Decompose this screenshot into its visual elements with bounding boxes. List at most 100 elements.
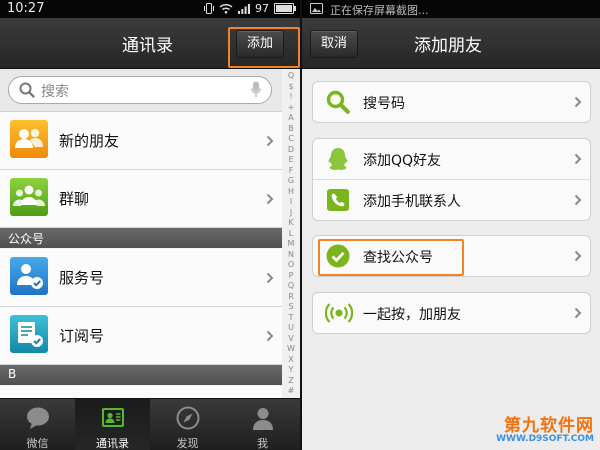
section-header-public-accounts: 公众号 xyxy=(0,228,282,248)
option-search-number[interactable]: 搜号码 xyxy=(313,82,590,122)
search-input[interactable]: 搜索 xyxy=(8,76,272,104)
index-letter[interactable]: A xyxy=(282,113,300,122)
index-letter[interactable]: R xyxy=(282,292,300,301)
index-letter[interactable]: X xyxy=(282,355,300,364)
chevron-right-icon xyxy=(266,272,274,283)
alphabet-index[interactable]: Q $! + A B C D E F G H I J K L M N O P Q R S T U V W X Y Z # xyxy=(282,69,300,399)
index-letter[interactable]: $ xyxy=(282,82,300,91)
signal-icon xyxy=(238,4,250,14)
contact-row-label: 服务号 xyxy=(59,269,105,287)
index-letter[interactable]: H xyxy=(282,187,300,196)
watermark-url: WWW.D9SOFT.COM xyxy=(496,434,594,444)
index-letter[interactable]: N xyxy=(282,250,300,259)
index-letter[interactable]: L xyxy=(282,229,300,238)
cancel-button[interactable]: 取消 xyxy=(310,30,359,58)
index-letter[interactable]: C xyxy=(282,134,300,143)
contact-row-new-friends[interactable]: 新的朋友 xyxy=(0,112,282,170)
page-title: 通讯录 xyxy=(122,36,173,56)
index-letter[interactable]: K xyxy=(282,218,300,227)
section-header-label: B xyxy=(8,367,17,381)
index-letter[interactable]: U xyxy=(282,323,300,332)
status-time: 10:27 xyxy=(7,1,45,16)
compass-icon xyxy=(176,406,200,430)
section-header-b: B xyxy=(0,365,282,385)
option-label: 搜号码 xyxy=(363,96,405,112)
microphone-icon[interactable] xyxy=(251,81,261,98)
subscription-account-icon xyxy=(10,315,48,353)
index-letter[interactable]: D xyxy=(282,145,300,154)
index-letter[interactable]: O xyxy=(282,260,300,269)
contacts-screen: 10:27 97 通讯录 添加 搜索 新的朋友 群聊 公众号 服务号 订阅号 B… xyxy=(0,0,300,450)
index-letter[interactable]: # xyxy=(282,386,300,395)
search-icon xyxy=(19,82,35,98)
battery-percent: 97 xyxy=(255,2,269,15)
option-find-public-accounts[interactable]: 查找公众号 xyxy=(313,236,590,276)
chevron-right-icon xyxy=(574,153,582,165)
index-letter[interactable]: I xyxy=(282,197,300,206)
nav-contacts[interactable]: 通讯录 xyxy=(75,399,150,450)
contact-row-label: 订阅号 xyxy=(59,327,105,345)
add-button[interactable]: 添加 xyxy=(236,30,285,58)
card-search-number: 搜号码 xyxy=(312,81,591,123)
add-friends-title-bar: 取消 添加朋友 xyxy=(302,18,600,69)
phone-icon xyxy=(327,189,349,211)
watermark-title: 第九软件网 xyxy=(504,416,594,436)
service-account-icon xyxy=(10,257,48,295)
contact-row-group-chat[interactable]: 群聊 xyxy=(0,170,282,228)
option-label: 添加QQ好友 xyxy=(363,153,442,169)
card-find-public-accounts: 查找公众号 xyxy=(312,235,591,277)
new-friends-icon xyxy=(10,120,48,158)
search-placeholder: 搜索 xyxy=(41,84,69,100)
contacts-title-bar: 通讯录 添加 xyxy=(0,18,300,69)
option-add-qq-friends[interactable]: 添加QQ好友 xyxy=(313,139,590,179)
chevron-right-icon xyxy=(574,96,582,108)
search-bar: 搜索 xyxy=(0,69,282,112)
check-circle-icon xyxy=(326,244,350,268)
chevron-right-icon xyxy=(574,307,582,319)
status-notice: 正在保存屏幕截图... xyxy=(330,4,429,17)
contact-row-subscription-account[interactable]: 订阅号 xyxy=(0,307,282,365)
option-label: 一起按，加朋友 xyxy=(363,307,461,323)
chevron-right-icon xyxy=(266,135,274,146)
qq-icon xyxy=(328,148,348,170)
site-watermark: 第九软件网 WWW.D9SOFT.COM xyxy=(496,411,594,444)
index-letter[interactable]: ! xyxy=(282,92,300,101)
index-letter[interactable]: B xyxy=(282,124,300,133)
index-letter[interactable]: E xyxy=(282,155,300,164)
index-letter[interactable]: S xyxy=(282,302,300,311)
index-letter[interactable]: W xyxy=(282,344,300,353)
contacts-icon xyxy=(102,408,124,427)
screenshot-icon xyxy=(310,3,323,14)
person-icon xyxy=(253,408,273,430)
nav-label: 发现 xyxy=(176,437,199,450)
chat-bubble-icon xyxy=(27,407,49,429)
option-add-phone-contacts[interactable]: 添加手机联系人 xyxy=(313,179,590,220)
nav-discover[interactable]: 发现 xyxy=(150,399,225,450)
index-letter[interactable]: G xyxy=(282,176,300,185)
contact-row-label: 新的朋友 xyxy=(59,132,120,150)
wifi-icon xyxy=(219,3,233,14)
index-letter[interactable]: Y xyxy=(282,365,300,374)
index-letter[interactable]: V xyxy=(282,334,300,343)
index-letter[interactable]: + xyxy=(282,103,300,112)
index-letter[interactable]: Z xyxy=(282,376,300,385)
index-letter[interactable]: T xyxy=(282,313,300,322)
contact-row-service-account[interactable]: 服务号 xyxy=(0,249,282,307)
nav-label: 我 xyxy=(257,437,268,450)
contact-row-label: 群聊 xyxy=(59,190,90,208)
card-import-friends: 添加QQ好友 添加手机联系人 xyxy=(312,138,591,221)
nav-me[interactable]: 我 xyxy=(225,399,300,450)
nav-chats[interactable]: 微信 xyxy=(0,399,75,450)
index-letter[interactable]: P xyxy=(282,271,300,280)
chevron-right-icon xyxy=(574,194,582,206)
option-press-together[interactable]: 一起按，加朋友 xyxy=(313,293,590,333)
section-header-label: 公众号 xyxy=(8,232,45,246)
index-letter[interactable]: Q xyxy=(282,71,300,80)
index-letter[interactable]: F xyxy=(282,166,300,175)
index-letter[interactable]: M xyxy=(282,239,300,248)
chevron-right-icon xyxy=(266,330,274,341)
option-label: 添加手机联系人 xyxy=(363,194,461,210)
battery-level xyxy=(276,5,292,12)
index-letter[interactable]: Q xyxy=(282,281,300,290)
index-letter[interactable]: J xyxy=(282,208,300,217)
